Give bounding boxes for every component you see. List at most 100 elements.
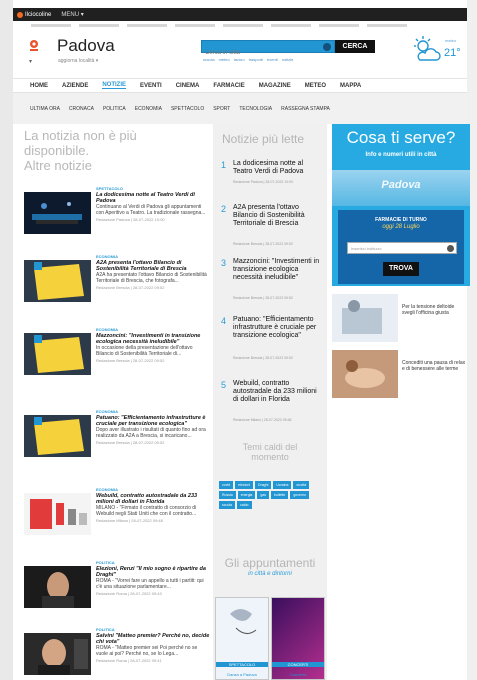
subnav-item[interactable]: CRONACA xyxy=(69,106,94,112)
topic-tag[interactable]: gas xyxy=(257,491,270,499)
address-input[interactable]: Inserisci indirizzo xyxy=(347,242,457,254)
article-title[interactable]: A2A presenta l'ottavo Bilancio di Sosten… xyxy=(96,260,210,272)
events-subtitle: in città e dintorni xyxy=(248,571,292,577)
subnav-item[interactable]: ULTIMA ORA xyxy=(30,106,60,112)
article-card[interactable]: Economia Webuild, contratto autostradale … xyxy=(24,487,210,543)
nav-cinema[interactable]: CINEMA xyxy=(176,83,200,89)
article-card[interactable]: Economia Mazzoncini: "Investimenti in tra… xyxy=(24,327,210,383)
search-tag[interactable]: lavoro xyxy=(234,57,245,62)
chevron-down-icon[interactable]: ▾ xyxy=(29,58,32,65)
article-card[interactable]: Politica Salvini "Matteo premier? Perché … xyxy=(24,627,210,680)
topic-tag[interactable]: covid xyxy=(219,481,234,489)
services-promo: Cosa ti serve? Info e numeri utili in ci… xyxy=(332,124,470,286)
rank-title[interactable]: La dodicesima notte al Teatro Verdi di P… xyxy=(233,160,321,176)
article-summary: A2A ha presentato l'ottavo Bilancio di S… xyxy=(96,272,207,284)
hot-topics: covid elezioni Draghi Ucraina siccità Ru… xyxy=(219,481,323,509)
rank-title[interactable]: A2A presenta l'ottavo Bilancio di Sosten… xyxy=(233,204,321,228)
event-title[interactable]: Danza a Padova xyxy=(216,672,268,677)
site-logo[interactable]: Ilciocoline xyxy=(17,11,51,18)
menu-button[interactable]: MENU ▾ xyxy=(61,11,83,18)
top-link[interactable] xyxy=(79,24,119,27)
subnav-item[interactable]: SPETTACOLO xyxy=(171,106,204,112)
nav-aziende[interactable]: AZIENDE xyxy=(62,83,88,89)
search-button[interactable]: CERCA xyxy=(335,40,375,53)
promo-subtitle[interactable]: Info e numeri utili in città xyxy=(332,152,470,158)
rank-title[interactable]: Webuild, contratto autostradale da 233 m… xyxy=(233,380,321,404)
article-category: Politica xyxy=(96,560,115,565)
topic-tag[interactable]: Ucraina xyxy=(273,481,292,489)
article-title[interactable]: Elezioni, Renzi "Il mio sogno è ripartir… xyxy=(96,566,210,578)
top-link[interactable] xyxy=(367,24,407,27)
article-title[interactable]: Webuild, contratto autostradale da 233 m… xyxy=(96,493,210,505)
nav-eventi[interactable]: EVENTI xyxy=(140,83,162,89)
event-card[interactable]: SPETTACOLO Danza a Padova xyxy=(215,597,269,680)
ad-text[interactable]: Per la tensione deltoide svegli l'offici… xyxy=(402,304,468,316)
rank-meta: Redazione Brescia | 28-07-2022 09:52 xyxy=(233,296,293,300)
nav-mappa[interactable]: MAPPA xyxy=(340,83,361,89)
events-heading: Gli appuntamenti in città e dintorni xyxy=(213,556,327,577)
article-title[interactable]: Salvini "Matteo premier? Perché no, deci… xyxy=(96,633,210,645)
topic-tag[interactable]: caldo xyxy=(237,501,252,509)
search-tag[interactable]: meteo xyxy=(219,57,230,62)
event-card[interactable]: CONCERTI Concerto xyxy=(271,597,325,680)
subnav-item[interactable]: POLITICA xyxy=(103,106,126,112)
event-title[interactable]: Concerto xyxy=(272,672,324,677)
article-title[interactable]: Patuano: "Efficientamento infrastrutture… xyxy=(96,415,210,427)
topic-tag[interactable]: energia xyxy=(237,491,256,499)
top-link[interactable] xyxy=(31,24,71,27)
rank-title[interactable]: Patuano: "Efficientamento infrastrutture… xyxy=(233,316,321,340)
search-tag[interactable]: eventi xyxy=(267,57,278,62)
heading-line: momento xyxy=(251,452,289,462)
article-title[interactable]: Mazzoncini: "Investimenti in transizione… xyxy=(96,333,210,345)
top-link[interactable] xyxy=(175,24,215,27)
nav-home[interactable]: HOME xyxy=(30,83,48,89)
article-meta: Redazione Brescia | 28-07-2022 09:52 xyxy=(96,358,165,363)
top-link[interactable] xyxy=(319,24,359,27)
article-title[interactable]: La dodicesima notte al Teatro Verdi di P… xyxy=(96,192,210,204)
article-card[interactable]: Politica Elezioni, Renzi "Il mio sogno è … xyxy=(24,560,210,616)
topic-tag[interactable]: siccità xyxy=(293,481,310,489)
nav-farmacie[interactable]: FARMACIE xyxy=(213,83,244,89)
article-category: Economia xyxy=(96,487,118,492)
article-card[interactable]: Economia Patuano: "Efficientamento infras… xyxy=(24,409,210,465)
locate-icon[interactable] xyxy=(447,245,454,252)
nav-magazine[interactable]: MAGAZINE xyxy=(259,83,291,89)
subnav-item[interactable]: ECONOMIA xyxy=(135,106,162,112)
nav-notizie[interactable]: NOTIZIE xyxy=(102,82,127,89)
topic-tag[interactable]: elezioni xyxy=(235,481,254,489)
change-location-link[interactable]: aggiorna località ▾ xyxy=(58,58,98,64)
ad-card[interactable]: Concediti una pausa di relax e di beness… xyxy=(332,350,470,398)
nav-meteo[interactable]: METEO xyxy=(305,83,326,89)
ad-text[interactable]: Concediti una pausa di relax e di beness… xyxy=(402,360,468,372)
topic-tag[interactable]: scuola xyxy=(219,501,236,509)
search-tag[interactable]: scuola xyxy=(203,57,215,62)
subnav-item[interactable]: RASSEGNA STAMPA xyxy=(281,106,330,112)
subnav-item[interactable]: TECNOLOGIA xyxy=(239,106,272,112)
search-tag[interactable]: trasporti xyxy=(249,57,263,62)
top-link[interactable] xyxy=(223,24,263,27)
ad-card[interactable]: Per la tensione deltoide svegli l'offici… xyxy=(332,294,470,342)
article-card[interactable]: Spettacolo La dodicesima notte al Teatro … xyxy=(24,186,210,242)
top-link[interactable] xyxy=(271,24,311,27)
find-button[interactable]: TROVA xyxy=(383,262,419,276)
rank-title[interactable]: Mazzoncini: "Investimenti in transizione… xyxy=(233,258,321,282)
weather-label: meteo xyxy=(445,38,457,43)
article-card[interactable]: Economia A2A presenta l'ottavo Bilancio d… xyxy=(24,254,210,310)
search-clear-icon[interactable] xyxy=(323,43,331,51)
article-summary: ROMA - "Matteo premier sei Poi perché no… xyxy=(96,645,198,657)
event-category: SPETTACOLO xyxy=(216,662,268,667)
article-category: Spettacolo xyxy=(96,186,124,191)
rank-number: 4 xyxy=(221,316,227,326)
article-thumbnail xyxy=(24,415,91,457)
top-link[interactable] xyxy=(127,24,167,27)
weather-widget[interactable]: meteo 21° xyxy=(411,35,466,65)
rank-meta: Redazione Padova | 28-07-2022 10:00 xyxy=(233,180,294,184)
subnav-item[interactable]: SPORT xyxy=(213,106,230,112)
article-thumbnail xyxy=(24,333,91,375)
search-tag[interactable]: notizie xyxy=(282,57,294,62)
topic-tag[interactable]: bollette xyxy=(271,491,289,499)
topic-tag[interactable]: Draghi xyxy=(255,481,272,489)
article-meta: Redazione Roma | 28-07-2022 09:41 xyxy=(96,658,162,663)
topic-tag[interactable]: Russia xyxy=(219,491,236,499)
topic-tag[interactable]: governo xyxy=(290,491,309,499)
